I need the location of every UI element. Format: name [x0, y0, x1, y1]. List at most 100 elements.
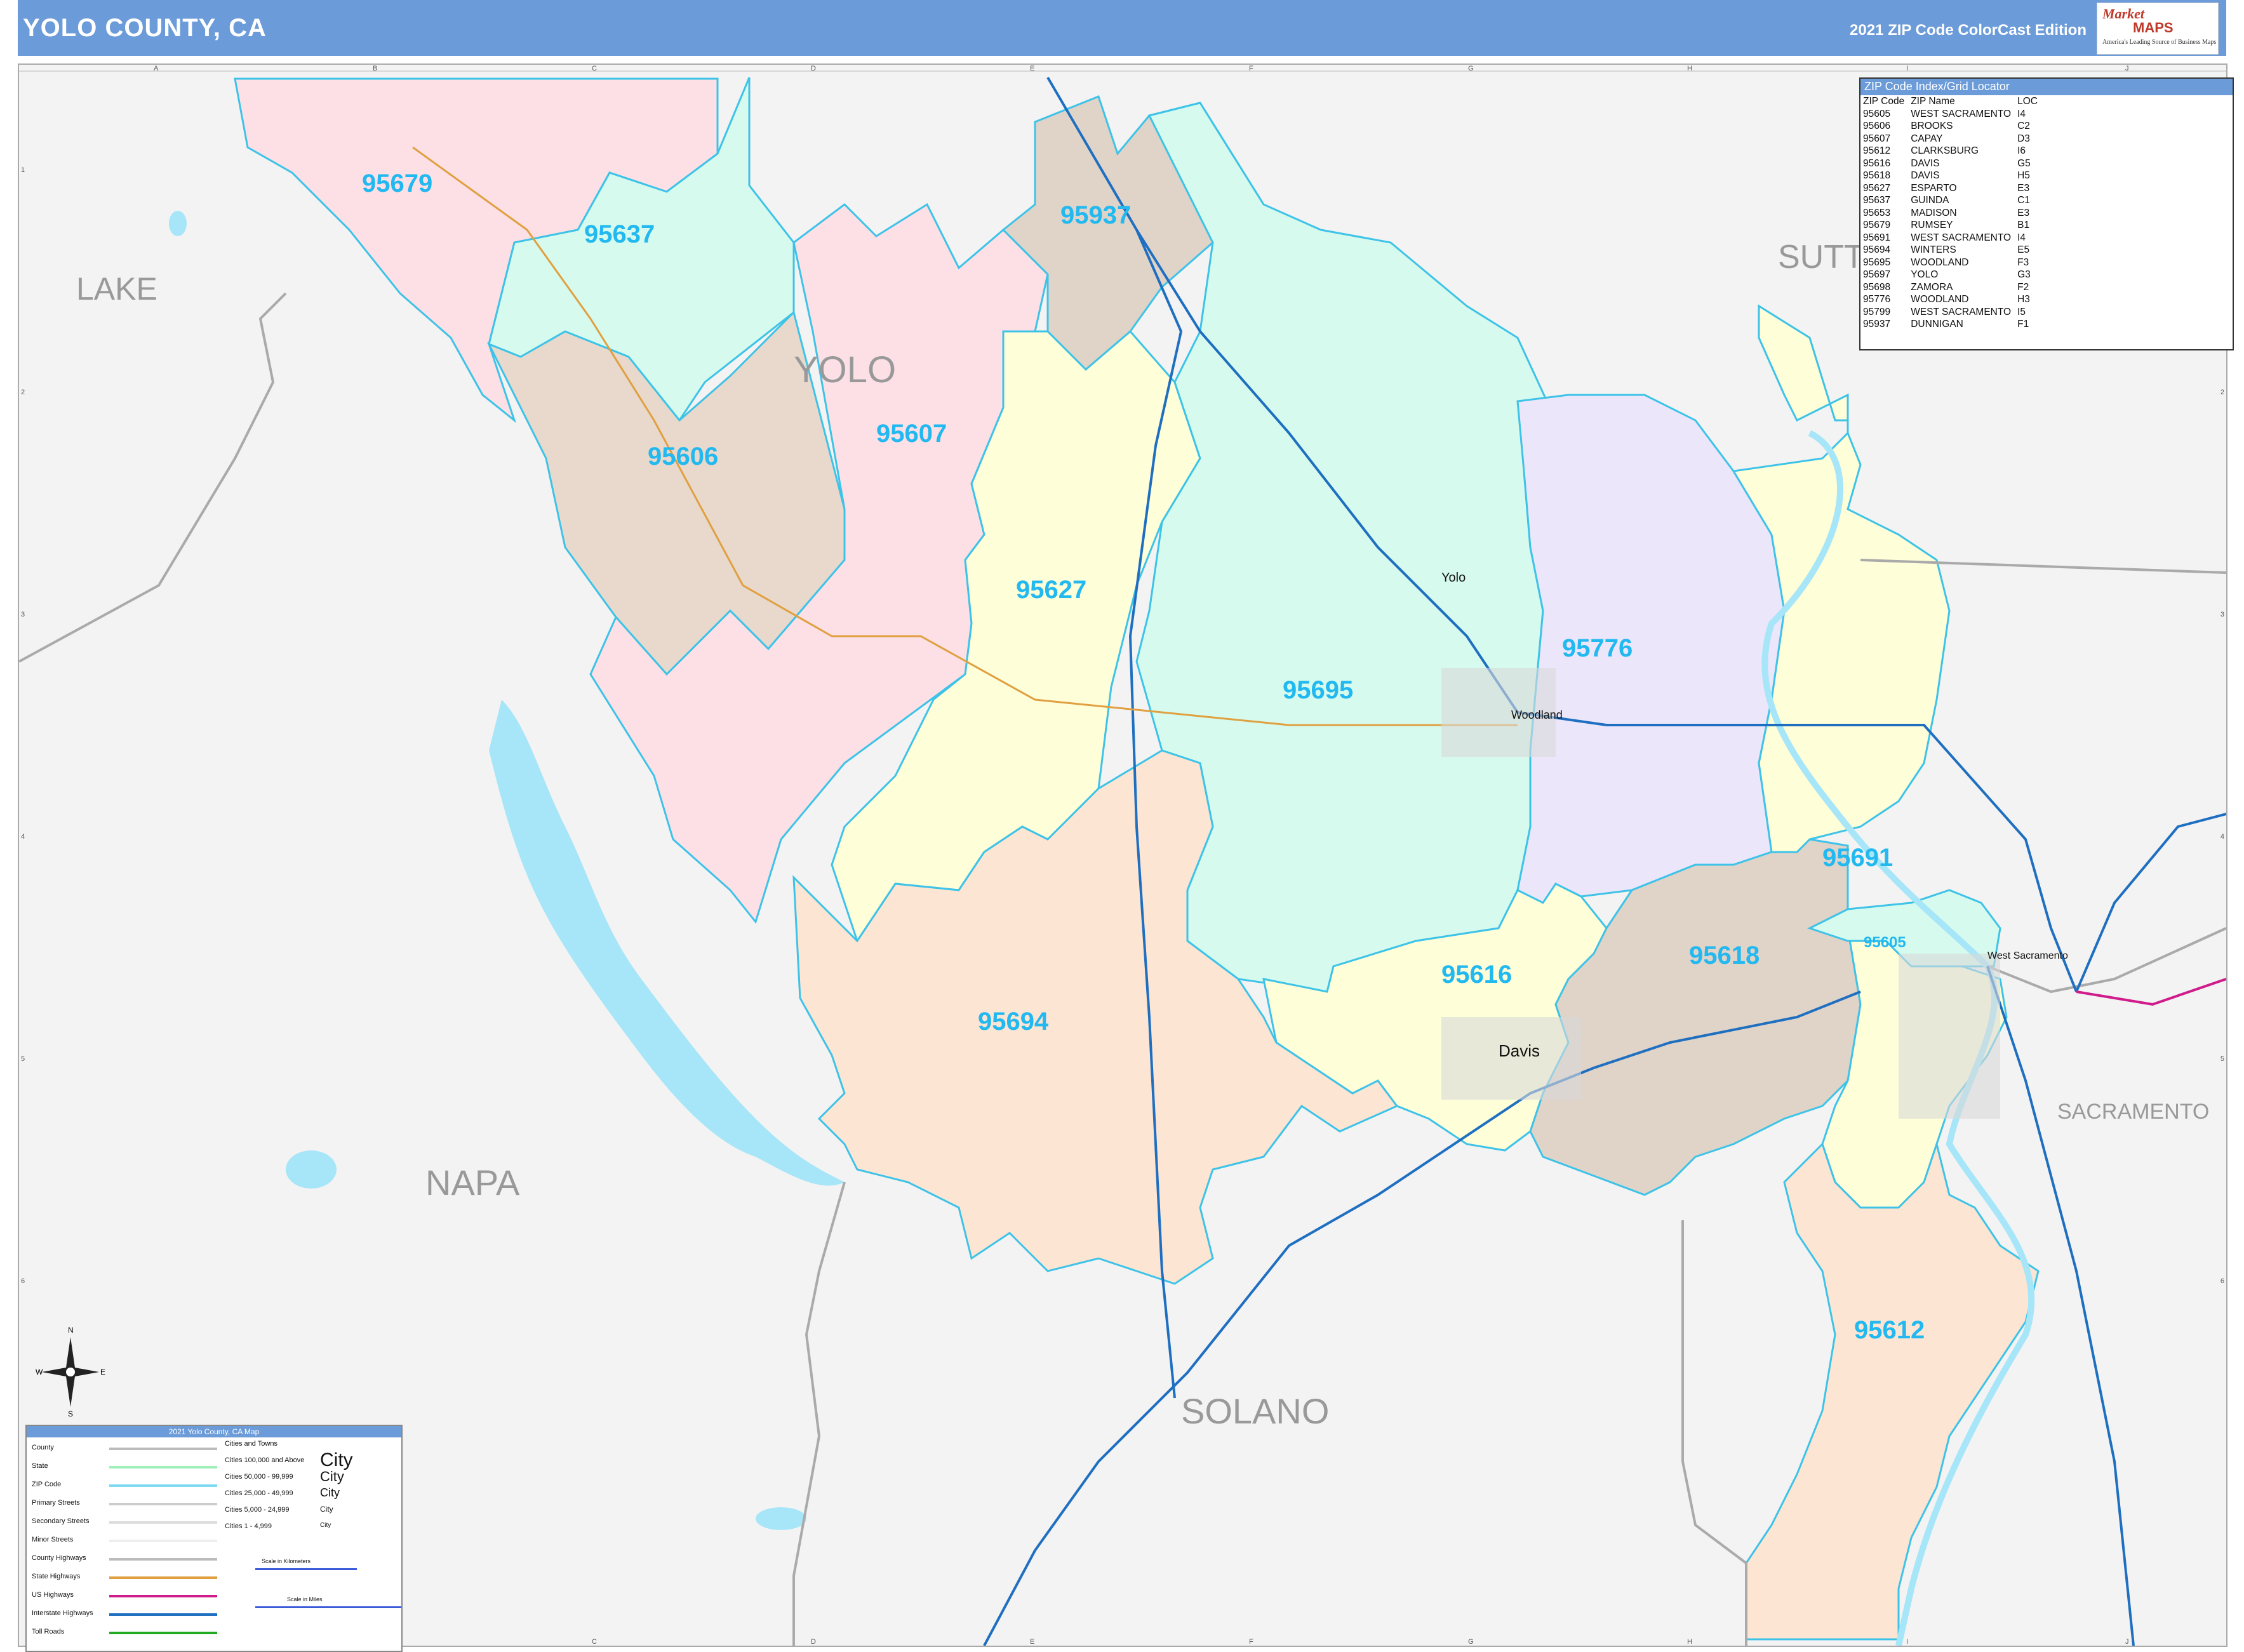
county-label-napa: NAPA	[425, 1162, 520, 1202]
zip-index-col-loc: LOC	[2017, 96, 2038, 107]
scale-km-label: Scale in Kilometers	[262, 1558, 311, 1564]
compass-s: S	[68, 1409, 74, 1418]
grid-letter-I: I	[1906, 1638, 1909, 1646]
zip-label-95612: 95612	[1854, 1316, 1925, 1344]
zip-label-95695: 95695	[1283, 676, 1353, 704]
grid-letter-J: J	[2125, 1638, 2129, 1646]
zip-index-zip: 95612	[1863, 145, 1891, 156]
legend-item-label: State	[32, 1462, 48, 1470]
legend-item-swatch	[109, 1613, 217, 1616]
west-sac-area	[1899, 954, 2000, 1119]
zip-index-col-zip: ZIP Code	[1863, 96, 1905, 107]
edition-label: 2021 ZIP Code ColorCast Edition	[1850, 22, 2087, 39]
zip-index-zip: 95697	[1863, 269, 1891, 280]
legend-item-label: Interstate Highways	[32, 1609, 93, 1617]
zip-index-loc: E3	[2017, 182, 2030, 194]
zip-index-zip: 95605	[1863, 108, 1891, 119]
legend-item-swatch	[109, 1484, 217, 1487]
zip-index-row: 95637 GUINDA C1	[1863, 194, 2044, 207]
compass-e: E	[100, 1368, 106, 1376]
legend-item-swatch	[109, 1595, 217, 1597]
grid-number-6: 6	[21, 1277, 25, 1285]
zip-label-95618: 95618	[1689, 942, 1760, 969]
legend-item-swatch	[109, 1558, 217, 1561]
zip-index-row: 95606 BROOKS C2	[1863, 120, 2044, 133]
logo-tagline: America's Leading Source of Business Map…	[2102, 39, 2217, 46]
zip-index-name: WEST SACRAMENTO	[1911, 232, 2012, 243]
legend-item-swatch	[109, 1521, 217, 1524]
zip-index-loc: I4	[2017, 232, 2026, 243]
zip-index-name: WOODLAND	[1911, 294, 1969, 305]
zip-index-loc: E3	[2017, 207, 2030, 218]
zip-index-zip: 95637	[1863, 195, 1891, 206]
zip-index-name: WEST SACRAMENTO	[1911, 306, 2012, 317]
zip-index-row: 95605 WEST SACRAMENTO I4	[1863, 108, 2044, 121]
zip-index-loc: E5	[2017, 244, 2030, 255]
zip-index-loc: I4	[2017, 108, 2026, 119]
grid-letter-E: E	[1030, 65, 1035, 72]
compass-n: N	[68, 1326, 74, 1335]
zip-index-zip: 95679	[1863, 220, 1891, 230]
zip-index-row: 95607 CAPAY D3	[1863, 133, 2044, 145]
grid-number-1: 1	[21, 166, 25, 174]
zip-index-row: 95695 WOODLAND F3	[1863, 256, 2044, 269]
scale-mi-bar	[255, 1606, 401, 1608]
legend-item-swatch	[109, 1466, 217, 1469]
zip-index-name: CLARKSBURG	[1911, 145, 1979, 156]
zip-index-name: ESPARTO	[1911, 182, 1957, 194]
grid-letter-G: G	[1468, 65, 1474, 72]
grid-letter-F: F	[1249, 65, 1253, 72]
city-label-west-sacramento: West Sacramento	[1987, 950, 2068, 961]
zip-index-row: 95691 WEST SACRAMENTO I4	[1863, 232, 2044, 244]
zip-index-zip: 95776	[1863, 294, 1891, 305]
zip-label-95627: 95627	[1016, 576, 1086, 604]
zip-index-loc: H3	[2017, 294, 2030, 305]
zip-index-row: 95627 ESPARTO E3	[1863, 182, 2044, 195]
zip-index-loc: F3	[2017, 256, 2029, 268]
grid-letter-E: E	[1030, 1638, 1035, 1646]
zip-index-row: 95698 ZAMORA F2	[1863, 281, 2044, 294]
zip-index-name: CAPAY	[1911, 133, 1943, 144]
grid-letter-G: G	[1468, 1638, 1474, 1646]
zip-index-name: GUINDA	[1911, 195, 1949, 206]
zip-index-loc: I5	[2017, 306, 2026, 317]
zip-index-row: 95612 CLARKSBURG I6	[1863, 145, 2044, 157]
zip-label-95679: 95679	[362, 170, 432, 197]
grid-letter-D: D	[811, 1638, 816, 1646]
map-legend: 2021 Yolo County, CA Map Cities and Town…	[25, 1425, 403, 1652]
legend-item-label: ZIP Code	[32, 1481, 62, 1488]
zip-index-name: WEST SACRAMENTO	[1911, 108, 2012, 119]
legend-item-label: Secondary Streets	[32, 1517, 90, 1525]
zip-index-name: MADISON	[1911, 207, 1957, 218]
legend-item-swatch	[109, 1632, 217, 1634]
zip-label-95616: 95616	[1441, 961, 1512, 989]
zip-label-95776: 95776	[1562, 634, 1633, 662]
county-label-sutter: SUTT	[1778, 239, 1864, 276]
legend-item-label: County Highways	[32, 1554, 86, 1562]
zip-index-zip: 95616	[1863, 157, 1891, 169]
zip-index-loc: I6	[2017, 145, 2026, 156]
legend-item-label: County	[32, 1444, 54, 1451]
grid-number-3: 3	[2220, 611, 2224, 618]
grid-letter-C: C	[592, 65, 597, 72]
pond-1	[169, 211, 187, 236]
zip-index-zip: 95618	[1863, 170, 1891, 181]
zip-index-row: 95697 YOLO G3	[1863, 269, 2044, 281]
zip-index-name: ZAMORA	[1911, 281, 1953, 293]
grid-number-4: 4	[21, 833, 25, 841]
zip-label-95607: 95607	[876, 420, 947, 448]
scale-km-bar	[255, 1568, 357, 1570]
county-label-lake: LAKE	[76, 271, 157, 307]
zip-index-header-row: ZIP Code ZIP Name LOC	[1863, 95, 2044, 108]
legend-title: 2021 Yolo County, CA Map	[27, 1426, 401, 1437]
grid-letter-I: I	[1906, 65, 1909, 72]
zip-index-zip: 95691	[1863, 232, 1891, 243]
market-maps-logo: Market MAPS America's Leading Source of …	[2097, 3, 2219, 55]
legend-city-class-label: Cities 100,000 and Above	[225, 1456, 305, 1464]
zip-index-name: RUMSEY	[1911, 220, 1953, 230]
legend-item-label: Primary Streets	[32, 1499, 80, 1507]
zip-index-loc: B1	[2017, 220, 2030, 230]
grid-number-5: 5	[21, 1055, 25, 1063]
legend-city-class-label: Cities 50,000 - 99,999	[225, 1473, 293, 1481]
zip-index-name: DUNNIGAN	[1911, 319, 1963, 330]
